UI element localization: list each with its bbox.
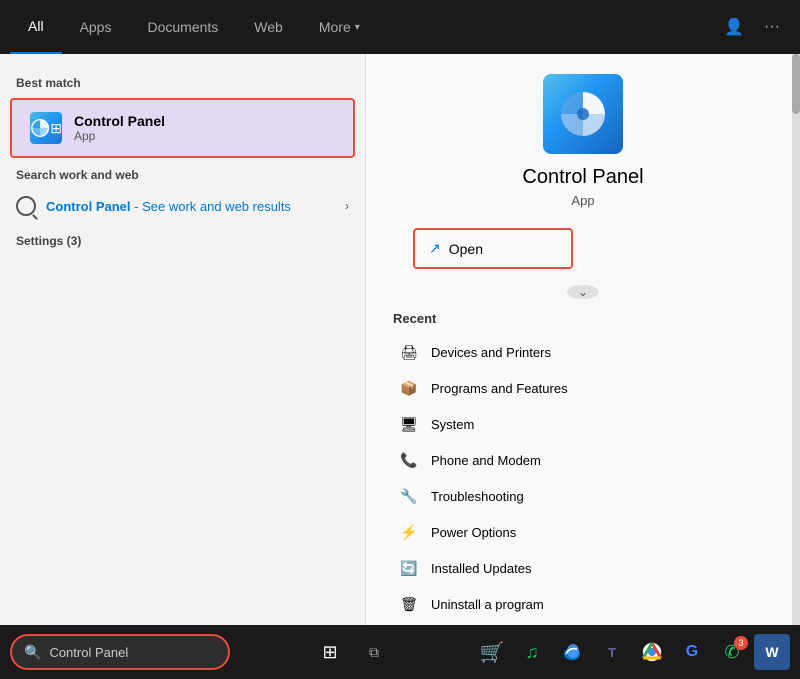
search-web-arrow-icon: › [345, 199, 349, 213]
nav-tabs: All Apps Documents Web More ▾ 👤 ··· [0, 0, 800, 54]
open-external-icon: ↗ [429, 240, 441, 257]
cp-pie-chart [557, 88, 609, 140]
tab-web-label: Web [254, 19, 283, 35]
tab-all-label: All [28, 18, 44, 34]
edge-icon[interactable] [554, 634, 590, 670]
cp-title: Control Panel [522, 166, 643, 189]
control-panel-icon-large [543, 74, 623, 154]
best-match-label: Best match [0, 70, 365, 94]
best-match-type: App [74, 129, 165, 143]
recent-item-0[interactable]: 🖨 Devices and Printers [393, 334, 773, 370]
recent-item-3[interactable]: 📞 Phone and Modem [393, 442, 773, 478]
user-icon[interactable]: 👤 [714, 17, 754, 37]
recent-item-label-6: Installed Updates [431, 561, 531, 576]
best-match-name: Control Panel [74, 113, 165, 129]
recent-item-label-5: Power Options [431, 525, 516, 540]
taskbar-apps: 🛒 ♫ T G ✆ 3 W [474, 634, 790, 670]
expand-icon: ⌄ [578, 285, 588, 299]
open-button[interactable]: ↗ Open [413, 228, 573, 269]
taskbar-search-text: Control Panel [49, 645, 128, 660]
store-icon[interactable]: 🛒 [474, 634, 510, 670]
search-web-text: Control Panel - See work and web results [46, 199, 291, 214]
recent-item-icon-1: 📦 [397, 376, 421, 400]
tab-more-label: More [319, 19, 351, 35]
recent-item-icon-3: 📞 [397, 448, 421, 472]
recent-item-2[interactable]: 🖥 System [393, 406, 773, 442]
whatsapp-badge: 3 [734, 636, 748, 650]
recent-item-6[interactable]: 🔄 Installed Updates [393, 550, 773, 586]
chrome-icon[interactable] [634, 634, 670, 670]
search-web-item[interactable]: Control Panel - See work and web results… [0, 186, 365, 226]
recent-list: 🖨 Devices and Printers 📦 Programs and Fe… [393, 334, 773, 625]
recent-item-4[interactable]: 🔧 Troubleshooting [393, 478, 773, 514]
control-panel-icon-small [28, 110, 64, 146]
expand-button[interactable]: ⌄ [567, 285, 599, 299]
best-match-text: Control Panel App [74, 113, 165, 143]
search-item-suffix: - See work and web results [134, 199, 291, 214]
task-view-button[interactable]: ⧉ [356, 634, 392, 670]
cp-icon-inner [543, 74, 623, 154]
recent-item-label-1: Programs and Features [431, 381, 568, 396]
tab-all[interactable]: All [10, 0, 62, 54]
best-match-item[interactable]: Control Panel App [10, 98, 355, 158]
right-panel: Control Panel App ↗ Open ⌄ Recent 🖨 Devi… [365, 54, 800, 625]
cp-subtitle: App [571, 193, 594, 208]
recent-label: Recent [393, 311, 773, 326]
chevron-down-icon: ▾ [355, 22, 360, 33]
recent-item-icon-7: 🗑 [397, 592, 421, 616]
main-content: Best match Control Panel App [0, 54, 800, 625]
tab-documents[interactable]: Documents [129, 0, 236, 54]
cp-small-icon [30, 112, 62, 144]
open-button-container: ↗ Open [413, 228, 753, 269]
recent-item-icon-5: ⚡ [397, 520, 421, 544]
recent-item-label-0: Devices and Printers [431, 345, 551, 360]
settings-section-label: Settings (3) [0, 226, 365, 252]
recent-item-label-2: System [431, 417, 474, 432]
more-options-icon[interactable]: ··· [754, 18, 790, 36]
teams-icon[interactable]: T [594, 634, 630, 670]
search-work-web-label: Search work and web [0, 162, 365, 186]
tab-documents-label: Documents [147, 19, 218, 35]
recent-item-icon-4: 🔧 [397, 484, 421, 508]
recent-item-icon-2: 🖥 [397, 412, 421, 436]
taskbar-search-icon: 🔍 [24, 644, 41, 661]
open-label: Open [449, 241, 483, 257]
recent-item-label-3: Phone and Modem [431, 453, 541, 468]
recent-item-icon-0: 🖨 [397, 340, 421, 364]
search-circle-icon [16, 196, 36, 216]
taskbar: 🔍 Control Panel ⊞ ⧉ 🛒 ♫ T [0, 625, 800, 679]
taskbar-search-bar[interactable]: 🔍 Control Panel [10, 634, 230, 670]
taskbar-center: ⊞ ⧉ [230, 634, 474, 670]
whatsapp-icon[interactable]: ✆ 3 [714, 634, 750, 670]
recent-item-7[interactable]: 🗑 Uninstall a program [393, 586, 773, 622]
scrollbar[interactable] [792, 54, 800, 625]
tab-apps-label: Apps [80, 19, 112, 35]
google-icon[interactable]: G [674, 634, 710, 670]
tab-more[interactable]: More ▾ [301, 0, 378, 54]
recent-item-label-4: Troubleshooting [431, 489, 524, 504]
scrollbar-thumb [792, 54, 800, 114]
spotify-icon[interactable]: ♫ [514, 634, 550, 670]
left-panel: Best match Control Panel App [0, 54, 365, 625]
recent-item-icon-6: 🔄 [397, 556, 421, 580]
word-icon[interactable]: W [754, 634, 790, 670]
search-item-name: Control Panel [46, 199, 131, 214]
recent-item-5[interactable]: ⚡ Power Options [393, 514, 773, 550]
start-button[interactable]: ⊞ [312, 634, 348, 670]
recent-item-label-7: Uninstall a program [431, 597, 544, 612]
tab-web[interactable]: Web [236, 0, 301, 54]
tab-apps[interactable]: Apps [62, 0, 130, 54]
recent-item-1[interactable]: 📦 Programs and Features [393, 370, 773, 406]
